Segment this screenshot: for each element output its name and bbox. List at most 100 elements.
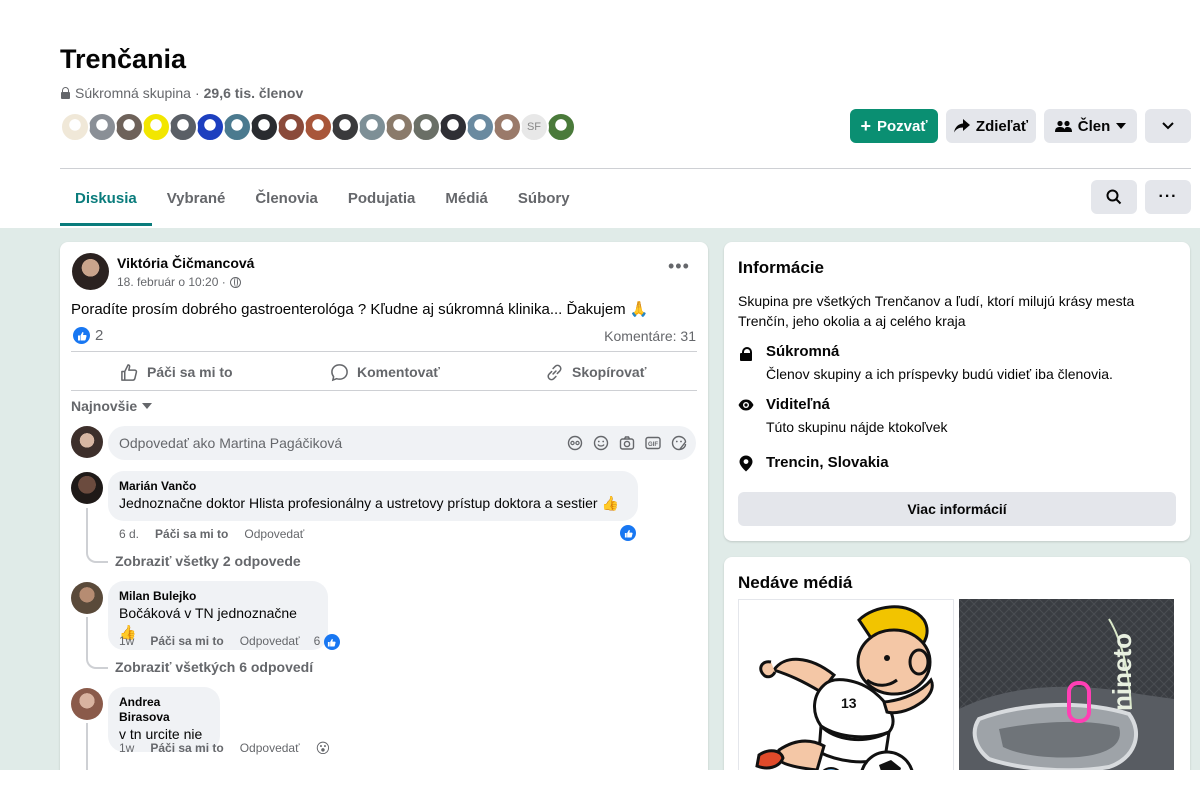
media-thumbnail[interactable]: 13 (738, 599, 954, 787)
avatar[interactable] (72, 253, 109, 290)
comment-reply-button[interactable]: Odpovedať (240, 741, 300, 755)
link-icon (547, 364, 562, 380)
like-reaction-icon (323, 634, 340, 650)
more-info-button[interactable]: Viac informácií (738, 492, 1176, 526)
member-avatar[interactable] (330, 112, 360, 142)
emoji-icon[interactable] (592, 434, 610, 452)
search-button[interactable] (1091, 180, 1137, 214)
avatar-sticker-icon[interactable] (566, 434, 584, 452)
comment-like-button[interactable]: Páči sa mi to (150, 741, 223, 755)
member-avatar[interactable] (546, 112, 576, 142)
member-avatar[interactable] (195, 112, 225, 142)
comment-reaction-count[interactable]: 6 (314, 634, 340, 650)
tab-events[interactable]: Podujatia (333, 170, 431, 226)
like-button[interactable]: Páči sa mi to (120, 360, 233, 384)
member-avatar[interactable] (411, 112, 441, 142)
member-avatar[interactable]: SF (519, 112, 549, 142)
member-count[interactable]: 29,6 tis. členov (204, 85, 304, 101)
meta-separator: · (194, 85, 200, 101)
member-avatar[interactable] (87, 112, 117, 142)
post-author[interactable]: Viktória Čičmancová (117, 255, 254, 271)
copy-button[interactable]: Skopírovať (545, 360, 646, 384)
gif-icon[interactable]: GIF (644, 434, 662, 452)
comment-author[interactable]: Andrea Birasova (119, 695, 209, 725)
sticker-icon[interactable] (670, 434, 688, 452)
member-avatar[interactable] (465, 112, 495, 142)
avatar[interactable] (71, 582, 103, 614)
privacy-row: Súkromná Členov skupiny a ich príspevky … (738, 342, 1113, 384)
member-avatar[interactable] (438, 112, 468, 142)
jersey-number: 13 (841, 695, 857, 711)
more-header-button[interactable] (1145, 109, 1191, 143)
member-button[interactable]: Člen (1044, 109, 1137, 143)
people-icon (1054, 120, 1072, 132)
comment-like-button[interactable]: Páči sa mi to (150, 634, 223, 650)
thread-line (86, 617, 108, 669)
like-reaction-icon[interactable] (73, 327, 90, 344)
post-text: Poradíte prosím dobrého gastroenterológa… (71, 301, 649, 318)
comment-bubble: Marián Vančo Jednoznačne doktor Hlista p… (108, 471, 638, 521)
camera-icon[interactable] (618, 434, 636, 452)
comment-count[interactable]: Komentáre: 31 (604, 328, 696, 344)
comment-reply-button[interactable]: Odpovedať (240, 634, 300, 650)
avatar (71, 426, 103, 458)
avatar[interactable] (71, 472, 103, 504)
tab-files[interactable]: Súbory (503, 170, 585, 226)
tab-members[interactable]: Členovia (240, 170, 333, 226)
media-thumbnail[interactable]: nineto (959, 599, 1174, 787)
divider (71, 390, 697, 391)
scooter-logo-text: nineto (1107, 633, 1137, 711)
post-time[interactable]: 18. február o 10:20 · (117, 275, 226, 289)
tab-media[interactable]: Médiá (430, 170, 503, 226)
tab-featured[interactable]: Vybrané (152, 170, 241, 226)
like-reaction-icon[interactable] (620, 525, 636, 541)
media-title: Nedáve médiá (738, 573, 853, 592)
post-options-icon[interactable]: ••• (668, 257, 690, 275)
comment-button[interactable]: Komentovať (330, 360, 440, 384)
member-avatar[interactable] (60, 112, 90, 142)
member-avatar[interactable] (222, 112, 252, 142)
comment-text: Jednoznačne doktor Hlista profesionálny … (119, 495, 619, 511)
comment-time[interactable]: 1w (119, 741, 134, 755)
location-link[interactable]: Trencin, Slovakia (766, 453, 889, 473)
member-avatars[interactable]: SF (60, 112, 576, 142)
share-button[interactable]: Zdieľať (946, 109, 1036, 143)
comment-sort-dropdown[interactable]: Najnovšie (71, 398, 153, 414)
view-replies-link[interactable]: Zobraziť všetky 2 odpovede (115, 553, 301, 569)
avatar[interactable] (71, 688, 103, 720)
more-options-button[interactable]: ··· (1145, 180, 1191, 214)
comment-meta: 1w Páči sa mi to Odpovedať 6 (119, 634, 340, 650)
comment-author[interactable]: Milan Bulejko (119, 589, 317, 604)
member-avatar[interactable] (276, 112, 306, 142)
comment-time[interactable]: 1w (119, 634, 134, 650)
comment-like-button[interactable]: Páči sa mi to (155, 527, 228, 541)
comment-icon (331, 363, 348, 381)
search-icon (1106, 189, 1122, 205)
comment-author[interactable]: Marián Vančo (119, 479, 627, 494)
like-label: Páči sa mi to (147, 364, 233, 380)
comment-time[interactable]: 6 d. (119, 527, 139, 541)
member-avatar[interactable] (357, 112, 387, 142)
member-label: Člen (1077, 117, 1111, 135)
privacy-label[interactable]: Súkromná skupina (75, 85, 191, 101)
share-label: Zdieľať (975, 117, 1029, 135)
member-avatar[interactable] (303, 112, 333, 142)
comment-reply-button[interactable]: Odpovedať (244, 527, 304, 541)
invite-button[interactable]: + Pozvať (850, 109, 938, 143)
comment-meta: 6 d. Páči sa mi to Odpovedať (119, 527, 304, 541)
wow-reaction-icon[interactable]: 😮 (316, 741, 331, 755)
post-time-row: 18. február o 10:20 · (117, 275, 241, 289)
reaction-count[interactable]: 2 (95, 327, 103, 344)
member-avatar[interactable] (168, 112, 198, 142)
member-avatar[interactable] (114, 112, 144, 142)
member-avatar[interactable] (384, 112, 414, 142)
scooter-photo-image: nineto (959, 599, 1174, 787)
chevron-down-icon (1162, 122, 1174, 130)
reply-input[interactable]: Odpovedať ako Martina Pagáčiková GIF (108, 426, 696, 460)
member-avatar[interactable] (249, 112, 279, 142)
member-avatar[interactable] (492, 112, 522, 142)
eye-icon (738, 397, 754, 415)
member-avatar[interactable] (141, 112, 171, 142)
view-replies-link[interactable]: Zobraziť všetkých 6 odpovedí (115, 659, 313, 675)
tab-discussion[interactable]: Diskusia (60, 170, 152, 226)
